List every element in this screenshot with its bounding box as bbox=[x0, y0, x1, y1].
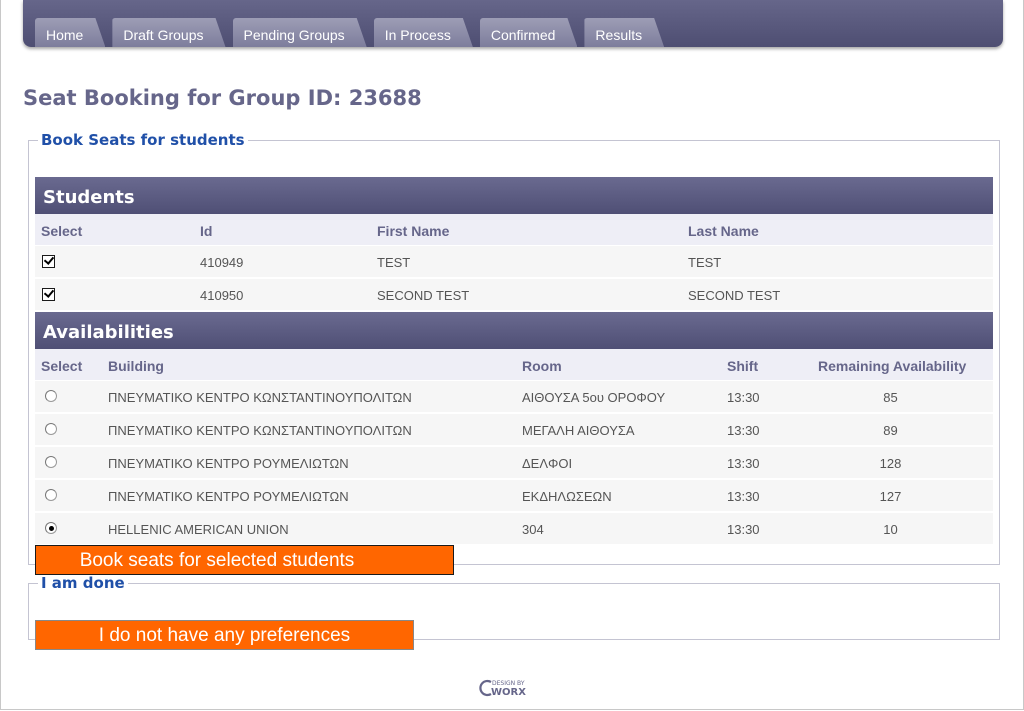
col-shift: Shift bbox=[727, 358, 759, 374]
availability-radio[interactable] bbox=[45, 423, 57, 435]
check-icon bbox=[43, 287, 55, 298]
availability-radio[interactable] bbox=[45, 522, 57, 534]
tab-pending-groups[interactable]: Pending Groups bbox=[233, 18, 367, 47]
col-last-name: Last Name bbox=[688, 223, 759, 239]
availability-remaining: 89 bbox=[883, 423, 898, 438]
check-icon bbox=[43, 254, 55, 265]
students-header: Students bbox=[35, 177, 993, 214]
availability-shift: 13:30 bbox=[727, 390, 760, 405]
availability-building: HELLENIC AMERICAN UNION bbox=[108, 522, 289, 537]
book-seats-legend: Book Seats for students bbox=[41, 131, 245, 149]
logo-worx: WORX bbox=[491, 687, 526, 698]
availability-row: ΠΝΕΥΜΑΤΙΚΟ ΚΕΝΤΡΟ ΡΟΥΜΕΛΙΩΤΩΝ ΕΚΔΗΛΩΣΕΩΝ… bbox=[35, 480, 993, 512]
availability-room: ΜΕΓΑΛΗ ΑΙΘΟΥΣΑ bbox=[522, 423, 635, 438]
availability-building: ΠΝΕΥΜΑΤΙΚΟ ΚΕΝΤΡΟ ΡΟΥΜΕΛΙΩΤΩΝ bbox=[108, 489, 349, 504]
col-select: Select bbox=[41, 358, 83, 374]
availability-radio[interactable] bbox=[45, 390, 57, 402]
availabilities-column-header-row: Select Building Room Shift Remaining Ava… bbox=[35, 349, 993, 381]
availability-row: ΠΝΕΥΜΑΤΙΚΟ ΚΕΝΤΡΟ ΚΩΝΣΤΑΝΤΙΝΟΥΠΟΛΙΤΩΝ ΑΙ… bbox=[35, 381, 993, 413]
logo-design-by: DESIGN BY bbox=[492, 680, 525, 687]
tab-confirmed[interactable]: Confirmed bbox=[480, 18, 578, 47]
top-navbar: Home Draft Groups Pending Groups In Proc… bbox=[23, 0, 1003, 47]
col-room: Room bbox=[522, 358, 562, 374]
col-id: Id bbox=[200, 223, 213, 239]
student-row: 410950 SECOND TEST SECOND TEST bbox=[35, 279, 993, 311]
availability-row: ΠΝΕΥΜΑΤΙΚΟ ΚΕΝΤΡΟ ΚΩΝΣΤΑΝΤΙΝΟΥΠΟΛΙΤΩΝ ΜΕ… bbox=[35, 414, 993, 446]
availability-remaining: 127 bbox=[879, 489, 902, 504]
availability-building: ΠΝΕΥΜΑΤΙΚΟ ΚΕΝΤΡΟ ΚΩΝΣΤΑΝΤΙΝΟΥΠΟΛΙΤΩΝ bbox=[108, 390, 412, 405]
book-seats-button[interactable]: Book seats for selected students bbox=[35, 545, 454, 575]
student-row: 410949 TEST TEST bbox=[35, 246, 993, 278]
col-first-name: First Name bbox=[377, 223, 450, 239]
tab-draft-groups[interactable]: Draft Groups bbox=[112, 18, 225, 47]
availability-room: ΔΕΛΦΟΙ bbox=[522, 456, 573, 471]
availability-radio[interactable] bbox=[45, 456, 57, 468]
col-remaining-availability: Remaining Availability bbox=[818, 358, 967, 374]
availability-row: HELLENIC AMERICAN UNION 304 13:30 10 bbox=[35, 513, 993, 545]
availability-room: ΕΚΔΗΛΩΣΕΩΝ bbox=[522, 489, 612, 504]
student-id: 410949 bbox=[200, 255, 244, 270]
availability-remaining: 85 bbox=[883, 390, 898, 405]
page-title: Seat Booking for Group ID: 23688 bbox=[23, 86, 422, 110]
availabilities-header: Availabilities bbox=[35, 312, 993, 349]
availability-radio[interactable] bbox=[45, 489, 57, 501]
student-select-checkbox[interactable] bbox=[42, 254, 55, 268]
design-by-worx-logo: DESIGN BY WORX bbox=[479, 679, 526, 698]
student-last-name: SECOND TEST bbox=[688, 288, 781, 303]
availability-shift: 13:30 bbox=[727, 423, 760, 438]
i-am-done-legend: I am done bbox=[41, 574, 125, 592]
availability-room: 304 bbox=[522, 522, 544, 537]
student-first-name: TEST bbox=[377, 255, 411, 270]
student-id: 410950 bbox=[200, 288, 244, 303]
availability-row: ΠΝΕΥΜΑΤΙΚΟ ΚΕΝΤΡΟ ΡΟΥΜΕΛΙΩΤΩΝ ΔΕΛΦΟΙ 13:… bbox=[35, 447, 993, 479]
tab-in-process[interactable]: In Process bbox=[374, 18, 473, 47]
no-preferences-button[interactable]: I do not have any preferences bbox=[35, 620, 414, 650]
book-seats-fieldset: Book Seats for students Students Select … bbox=[28, 131, 1000, 575]
availability-shift: 13:30 bbox=[727, 489, 760, 504]
logo-swoosh-icon bbox=[479, 679, 492, 697]
student-select-checkbox[interactable] bbox=[42, 287, 55, 301]
radio-selected-dot bbox=[49, 526, 54, 531]
nav-tabs: Home Draft Groups Pending Groups In Proc… bbox=[35, 18, 671, 47]
availability-shift: 13:30 bbox=[727, 522, 760, 537]
i-am-done-fieldset: I am done I do not have any preferences bbox=[28, 574, 1000, 650]
student-last-name: TEST bbox=[688, 255, 722, 270]
col-select: Select bbox=[41, 223, 83, 239]
tab-results[interactable]: Results bbox=[584, 18, 664, 47]
student-first-name: SECOND TEST bbox=[377, 288, 470, 303]
tab-home[interactable]: Home bbox=[35, 18, 105, 47]
students-column-header-row: Select Id First Name Last Name bbox=[35, 214, 993, 246]
availability-building: ΠΝΕΥΜΑΤΙΚΟ ΚΕΝΤΡΟ ΡΟΥΜΕΛΙΩΤΩΝ bbox=[108, 456, 349, 471]
availability-shift: 13:30 bbox=[727, 456, 760, 471]
availability-building: ΠΝΕΥΜΑΤΙΚΟ ΚΕΝΤΡΟ ΚΩΝΣΤΑΝΤΙΝΟΥΠΟΛΙΤΩΝ bbox=[108, 423, 412, 438]
availability-room: ΑΙΘΟΥΣΑ 5ου ΟΡΟΦΟΥ bbox=[522, 390, 666, 405]
availability-remaining: 10 bbox=[883, 522, 898, 537]
availability-remaining: 128 bbox=[879, 456, 902, 471]
col-building: Building bbox=[108, 358, 164, 374]
